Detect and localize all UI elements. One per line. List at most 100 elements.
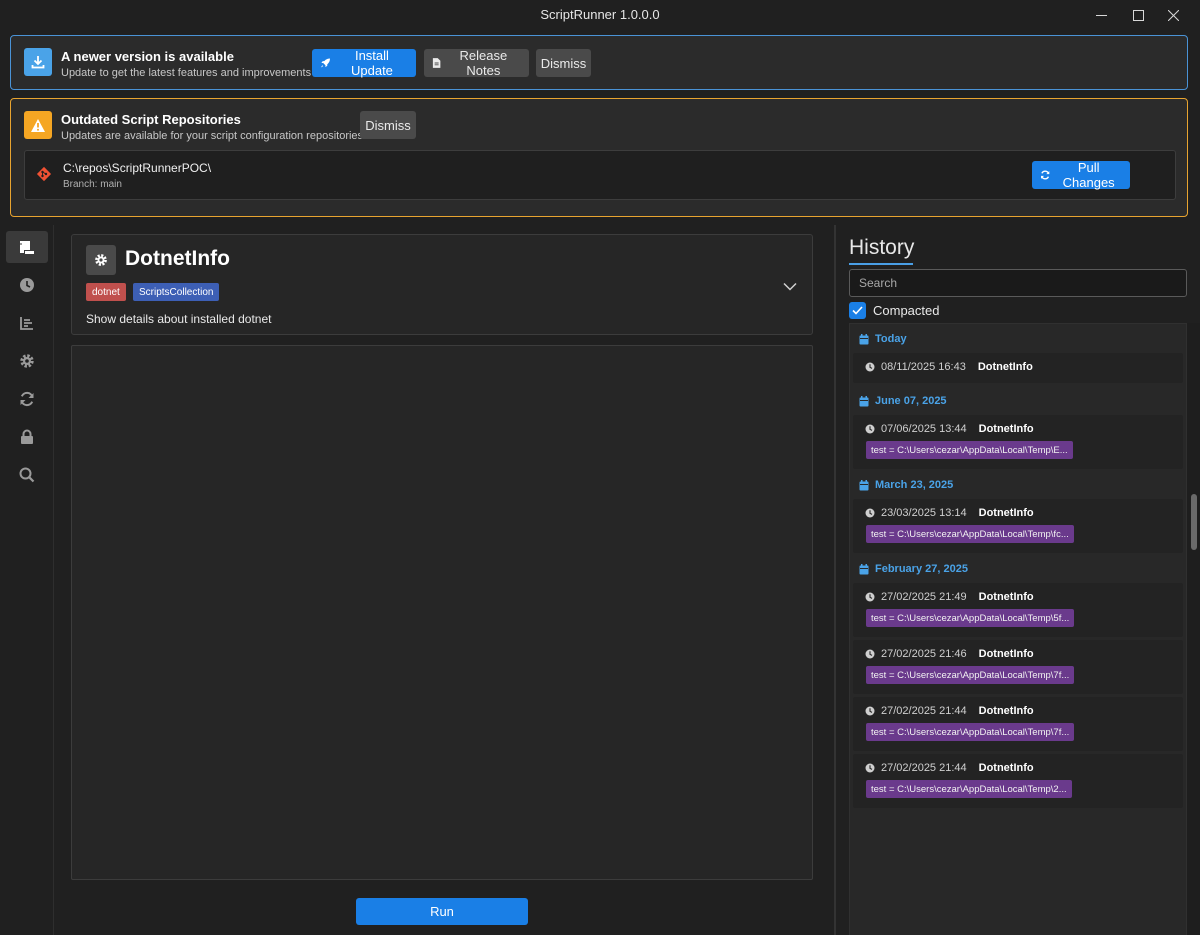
history-entry-param: test = C:\Users\cezar\AppData\Local\Temp… bbox=[866, 441, 1073, 459]
outdated-repos-banner: Outdated Script Repositories Updates are… bbox=[10, 98, 1188, 217]
download-icon bbox=[24, 48, 52, 76]
history-entry-param: test = C:\Users\cezar\AppData\Local\Temp… bbox=[866, 723, 1075, 741]
history-entry-date: 07/06/2025 13:44 bbox=[881, 423, 967, 435]
compacted-label: Compacted bbox=[873, 303, 940, 318]
history-search-input[interactable] bbox=[849, 269, 1187, 297]
compacted-checkbox[interactable] bbox=[849, 302, 866, 319]
close-icon bbox=[1167, 9, 1179, 21]
history-entry[interactable]: 07/06/2025 13:44 DotnetInfo test = C:\Us… bbox=[853, 415, 1183, 469]
clock-icon bbox=[865, 362, 875, 372]
history-scrollbar[interactable] bbox=[1187, 323, 1200, 935]
sync-icon bbox=[1041, 170, 1050, 180]
history-title-underline bbox=[849, 263, 913, 265]
clock-icon bbox=[865, 508, 875, 518]
clock-icon bbox=[20, 278, 34, 292]
sidebar-item-sync[interactable] bbox=[6, 383, 48, 415]
history-group-header: June 07, 2025 bbox=[859, 395, 947, 407]
install-update-label: Install Update bbox=[350, 48, 393, 78]
sidebar-item-security[interactable] bbox=[6, 421, 48, 453]
history-scrollbar-thumb[interactable] bbox=[1191, 494, 1197, 550]
lock-icon bbox=[21, 429, 33, 444]
pull-changes-label: Pull Changes bbox=[1062, 160, 1115, 190]
history-group-header: March 23, 2025 bbox=[859, 479, 953, 491]
sidebar-item-stats[interactable] bbox=[6, 307, 48, 339]
dismiss-update-button[interactable]: Dismiss bbox=[536, 49, 591, 77]
clock-icon bbox=[865, 763, 875, 773]
history-entry-name: DotnetInfo bbox=[978, 648, 1034, 660]
history-entry[interactable]: 08/11/2025 16:43 DotnetInfo bbox=[853, 353, 1183, 383]
history-entry-name: DotnetInfo bbox=[978, 762, 1034, 774]
tag-badge[interactable]: dotnet bbox=[86, 283, 126, 301]
release-notes-button[interactable]: Release Notes bbox=[424, 48, 529, 78]
dismiss-update-label: Dismiss bbox=[540, 55, 587, 71]
close-window-button[interactable] bbox=[1150, 0, 1196, 30]
history-entry-name: DotnetInfo bbox=[978, 507, 1034, 519]
history-entry[interactable]: 27/02/2025 21:46 DotnetInfo test = C:\Us… bbox=[853, 640, 1183, 694]
history-title: History bbox=[849, 236, 915, 259]
history-entry-date: 27/02/2025 21:44 bbox=[881, 762, 967, 774]
git-icon bbox=[36, 166, 52, 187]
clock-icon bbox=[865, 592, 875, 602]
history-group-header: Today bbox=[859, 333, 907, 345]
install-update-button[interactable]: Install Update bbox=[312, 48, 416, 78]
release-notes-label: Release Notes bbox=[459, 48, 508, 78]
maximize-icon bbox=[1132, 9, 1144, 21]
calendar-icon bbox=[859, 563, 869, 574]
outdated-subtitle: Updates are available for your script co… bbox=[61, 130, 364, 142]
sidebar-item-settings[interactable] bbox=[6, 345, 48, 377]
gear-icon bbox=[86, 245, 116, 275]
sidebar bbox=[0, 225, 54, 935]
history-entry-param: test = C:\Users\cezar\AppData\Local\Temp… bbox=[866, 666, 1075, 684]
clock-icon bbox=[865, 424, 875, 434]
sidebar-item-history[interactable] bbox=[6, 269, 48, 301]
sidebar-item-search[interactable] bbox=[6, 459, 48, 491]
gear-icon bbox=[20, 354, 34, 368]
calendar-icon bbox=[859, 479, 869, 490]
minimize-icon bbox=[1095, 14, 1107, 16]
update-subtitle: Update to get the latest features and im… bbox=[61, 67, 312, 79]
tag-badge[interactable]: ScriptsCollection bbox=[133, 283, 220, 301]
history-entry[interactable]: 27/02/2025 21:44 DotnetInfo test = C:\Us… bbox=[853, 754, 1183, 808]
script-name: DotnetInfo bbox=[125, 247, 230, 270]
search-icon bbox=[19, 467, 35, 483]
script-output-area bbox=[71, 345, 813, 880]
history-entry-date: 27/02/2025 21:46 bbox=[881, 648, 967, 660]
repo-branch: Branch: main bbox=[63, 179, 122, 190]
title-bar: ScriptRunner 1.0.0.0 bbox=[0, 0, 1200, 30]
history-entry-name: DotnetInfo bbox=[977, 361, 1033, 373]
update-title: A newer version is available bbox=[61, 49, 234, 64]
checkmark-icon bbox=[852, 306, 863, 315]
run-button[interactable]: Run bbox=[356, 898, 528, 925]
history-entry[interactable]: 23/03/2025 13:14 DotnetInfo test = C:\Us… bbox=[853, 499, 1183, 553]
dismiss-outdated-label: Dismiss bbox=[365, 117, 411, 133]
pull-changes-button[interactable]: Pull Changes bbox=[1032, 160, 1130, 190]
repo-path: C:\repos\ScriptRunnerPOC\ bbox=[63, 161, 212, 175]
chevron-down-icon bbox=[783, 282, 797, 291]
history-group-header: February 27, 2025 bbox=[859, 563, 968, 575]
history-entry-name: DotnetInfo bbox=[978, 705, 1034, 717]
document-icon bbox=[432, 58, 441, 68]
update-banner: A newer version is available Update to g… bbox=[10, 35, 1188, 90]
history-entry-param: test = C:\Users\cezar\AppData\Local\Temp… bbox=[866, 609, 1075, 627]
script-description: Show details about installed dotnet bbox=[86, 312, 272, 326]
history-entry-date: 23/03/2025 13:14 bbox=[881, 507, 967, 519]
history-entry-date: 08/11/2025 16:43 bbox=[881, 361, 966, 373]
sidebar-item-scripts[interactable] bbox=[6, 231, 48, 263]
panel-splitter[interactable] bbox=[834, 225, 836, 935]
history-entry-date: 27/02/2025 21:44 bbox=[881, 705, 967, 717]
expand-button[interactable] bbox=[783, 278, 797, 296]
history-entry-param: test = C:\Users\cezar\AppData\Local\Temp… bbox=[866, 525, 1074, 543]
window-title: ScriptRunner 1.0.0.0 bbox=[540, 7, 660, 22]
warning-icon bbox=[24, 111, 52, 139]
repository-item: C:\repos\ScriptRunnerPOC\ Branch: main P… bbox=[24, 150, 1176, 200]
history-entry[interactable]: 27/02/2025 21:44 DotnetInfo test = C:\Us… bbox=[853, 697, 1183, 751]
history-entry-date: 27/02/2025 21:49 bbox=[881, 591, 967, 603]
history-entry[interactable]: 27/02/2025 21:49 DotnetInfo test = C:\Us… bbox=[853, 583, 1183, 637]
history-entry-param: test = C:\Users\cezar\AppData\Local\Temp… bbox=[866, 780, 1072, 798]
history-entry-name: DotnetInfo bbox=[978, 423, 1034, 435]
rocket-icon bbox=[320, 58, 330, 68]
clock-icon bbox=[865, 706, 875, 716]
history-list: Today 08/11/2025 16:43 DotnetInfo June 0… bbox=[849, 323, 1187, 935]
scripts-icon bbox=[18, 240, 34, 254]
dismiss-outdated-button[interactable]: Dismiss bbox=[360, 111, 416, 139]
